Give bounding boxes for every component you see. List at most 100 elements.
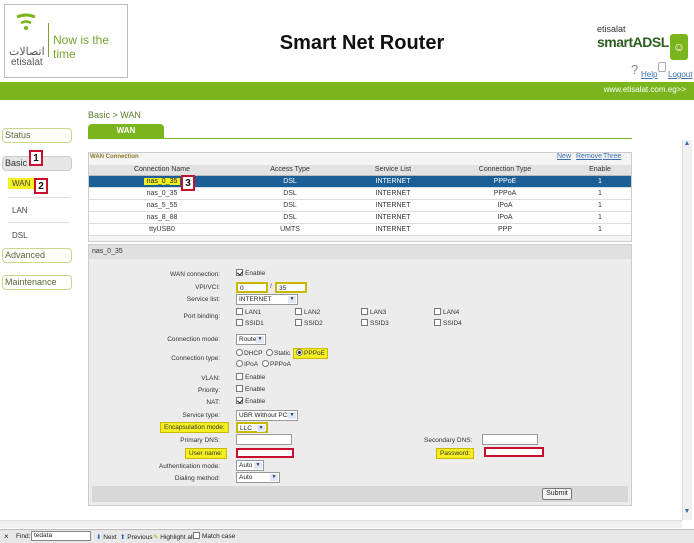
new-link[interactable]: New	[557, 153, 571, 160]
table-header-row: Connection Name Access Type Service List…	[89, 165, 631, 176]
smartadsl-smiley-icon: ☺	[670, 34, 688, 60]
breadcrumb: Basic > WAN	[88, 110, 141, 120]
port-ssid3[interactable]: SSID3	[361, 319, 389, 328]
cell-service: INTERNET	[345, 211, 441, 224]
port-ssid4[interactable]: SSID4	[434, 319, 462, 327]
checkbox-icon	[295, 308, 302, 315]
col-service-list: Service List	[345, 165, 441, 176]
enable-text: Enable	[245, 386, 266, 394]
nav-divider	[8, 222, 70, 223]
remove-link[interactable]: Remove	[576, 153, 602, 160]
nav-sub-lan[interactable]: LAN	[12, 206, 28, 215]
type-dhcp-radio[interactable]: DHCP	[236, 349, 262, 357]
submit-button[interactable]: Submit	[542, 488, 572, 500]
help-icon[interactable]: ?	[631, 62, 638, 77]
cell-type: PPPoE	[441, 175, 569, 188]
header-green-bar	[0, 82, 694, 100]
port-lan4[interactable]: LAN4	[434, 308, 460, 317]
three-link[interactable]: Three	[603, 153, 621, 160]
table-row[interactable]: nas_0_35 DSL INTERNET PPPoA 1	[89, 187, 631, 200]
logout-link[interactable]: Logout	[668, 70, 692, 79]
username-input[interactable]	[236, 448, 294, 458]
nav-status[interactable]: Status	[2, 128, 72, 143]
nav-advanced[interactable]: Advanced	[2, 248, 72, 263]
table-row[interactable]: ttyUSB0 UMTS INTERNET PPP 1	[89, 223, 631, 236]
dialing-method-value: Auto	[239, 474, 253, 481]
nat-checkbox[interactable]: Enable	[236, 397, 265, 405]
radio-icon	[236, 360, 243, 367]
port-label: SSID3	[370, 320, 389, 328]
help-link[interactable]: Help	[641, 70, 657, 79]
nav-maintenance[interactable]: Maintenance	[2, 275, 72, 290]
vpi-vci-separator: /	[270, 283, 272, 290]
scroll-up-arrow-icon[interactable]: ▲	[682, 140, 692, 150]
table-row[interactable]: nas_0_35 DSL INTERNET PPPoE 1	[89, 175, 631, 188]
table-row[interactable]: nas_5_55 DSL INTERNET IPoA 1	[89, 199, 631, 212]
cell-enable: 1	[569, 187, 631, 200]
type-pppoe-radio[interactable]: PPPoE	[293, 348, 328, 360]
vci-input[interactable]: 35	[275, 282, 307, 293]
nav-divider	[8, 197, 70, 198]
vpi-input[interactable]: 0	[236, 282, 268, 293]
encapsulation-mode-select[interactable]: LLC ▼	[236, 422, 268, 433]
scroll-down-arrow-icon[interactable]: ▼	[682, 508, 692, 518]
primary-dns-input[interactable]	[236, 434, 292, 445]
table-row[interactable]: nas_8_88 DSL INTERNET IPoA 1	[89, 211, 631, 224]
annotation-3: 3	[181, 175, 195, 191]
port-ssid1[interactable]: SSID1	[236, 319, 264, 327]
type-ipoa-radio[interactable]: IPoA	[236, 360, 258, 368]
priority-checkbox[interactable]: Enable	[236, 385, 266, 394]
cell-enable: 1	[569, 211, 631, 224]
tab-wan[interactable]: WAN	[88, 124, 164, 138]
chevron-down-icon: ▼	[270, 474, 278, 481]
logo-english-text: etisalat	[11, 57, 43, 68]
port-lan1[interactable]: LAN1	[236, 308, 261, 316]
service-type-label: Service type:	[182, 412, 220, 419]
radio-icon	[266, 349, 273, 356]
find-input[interactable]: tedata	[31, 531, 91, 541]
port-lan3[interactable]: LAN3	[361, 308, 386, 316]
radio-icon	[236, 349, 243, 356]
find-close-icon[interactable]: ×	[4, 532, 9, 541]
authentication-mode-select[interactable]: Auto ▼	[236, 460, 264, 471]
site-url-link[interactable]: www.etisalat.com.eg>>	[604, 85, 686, 94]
chevron-down-icon: ▼	[288, 296, 296, 303]
port-ssid2[interactable]: SSID2	[295, 319, 323, 328]
nav-sub-dsl[interactable]: DSL	[12, 231, 28, 240]
radio-label: PPPoA	[270, 361, 291, 369]
connection-mode-select[interactable]: Route ▼	[236, 334, 266, 345]
col-access-type: Access Type	[235, 165, 345, 176]
checkbox-icon	[236, 385, 243, 392]
cell-enable: 1	[569, 175, 631, 188]
service-type-value: UBR Without PCR	[239, 412, 293, 419]
type-pppoa-radio[interactable]: PPPoA	[262, 360, 291, 369]
password-input[interactable]	[484, 447, 544, 457]
encapsulation-mode-label: Encapsulation mode:	[160, 422, 229, 433]
port-label: SSID2	[304, 320, 323, 328]
highlight-all-button[interactable]: ✎ Highlight all	[153, 533, 194, 541]
service-type-select[interactable]: UBR Without PCR ▼	[236, 410, 298, 421]
find-next-button[interactable]: ⬇ Next	[96, 533, 117, 541]
vlan-checkbox[interactable]: Enable	[236, 373, 265, 381]
type-static-radio[interactable]: Static	[266, 349, 290, 357]
checkbox-icon	[193, 532, 200, 539]
lock-icon[interactable]	[658, 62, 666, 72]
secondary-dns-input[interactable]	[482, 434, 538, 445]
checkbox-icon	[236, 319, 243, 326]
cell-type: IPoA	[441, 199, 569, 212]
nav-sub-wan[interactable]: WAN	[8, 178, 35, 189]
port-lan2[interactable]: LAN2	[295, 308, 321, 317]
horizontal-scrollbar[interactable]	[0, 520, 682, 528]
port-label: LAN2	[304, 309, 321, 317]
annotation-1: 1	[29, 150, 43, 166]
vertical-scrollbar[interactable]	[682, 140, 692, 520]
checkbox-icon	[434, 308, 441, 315]
port-label: LAN4	[443, 309, 460, 317]
secondary-dns-label: Secondary DNS:	[424, 437, 473, 444]
dialing-method-select[interactable]: Auto ▼	[236, 472, 280, 483]
wan-connection-checkbox[interactable]: Enable	[236, 269, 265, 277]
match-case-checkbox[interactable]: Match case	[193, 532, 235, 540]
cell-access: UMTS	[235, 223, 345, 236]
service-list-select[interactable]: INTERNET ▼	[236, 294, 298, 305]
find-previous-button[interactable]: ⬆ Previous	[120, 533, 153, 541]
